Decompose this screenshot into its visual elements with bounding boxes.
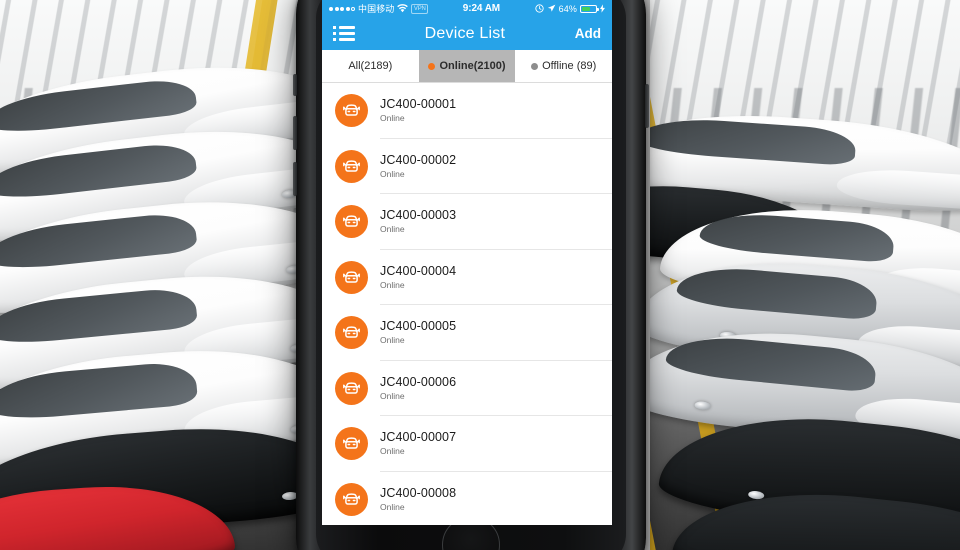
volume-down-button[interactable] <box>293 162 297 196</box>
device-status: Online <box>380 224 405 235</box>
device-info: JC400-00007 Online <box>380 416 612 472</box>
device-list-item[interactable]: JC400-00008 Online <box>322 472 612 526</box>
device-list-item[interactable]: JC400-00007 Online <box>322 416 612 472</box>
status-bar-clock: 9:24 AM <box>462 3 501 14</box>
list-menu-icon[interactable] <box>333 26 355 41</box>
device-status: Online <box>380 168 405 179</box>
device-name: JC400-00004 <box>380 263 457 278</box>
device-status: Online <box>380 279 405 290</box>
offline-status-dot-icon <box>531 62 539 70</box>
car-icon <box>335 205 368 239</box>
device-list[interactable]: JC400-00001 Online JC400-00002 Online JC400-… <box>322 83 612 525</box>
device-info: JC400-00008 Online <box>380 472 612 526</box>
device-list-item[interactable]: JC400-00006 Online <box>322 361 612 416</box>
battery-icon <box>580 4 599 13</box>
tab-offline-label: Offline (89) <box>542 60 597 72</box>
device-status: Online <box>380 113 405 124</box>
location-arrow-icon <box>547 4 556 13</box>
car-icon <box>335 316 368 350</box>
screenshot-stage: 中国移动 VPN 9:24 AM 64% Device List Add All… <box>0 0 960 550</box>
vpn-badge-icon: VPN <box>411 3 429 14</box>
device-name: JC400-00005 <box>380 319 457 334</box>
device-list-item[interactable]: JC400-00003 Online <box>322 194 612 250</box>
device-status: Online <box>380 501 405 512</box>
signal-strength-icon <box>329 6 355 11</box>
alarm-icon <box>535 4 544 13</box>
device-info: JC400-00004 Online <box>380 250 612 305</box>
online-status-dot-icon <box>428 62 436 70</box>
car-icon <box>335 260 368 294</box>
device-list-item[interactable]: JC400-00004 Online <box>322 250 612 305</box>
wifi-icon <box>397 4 409 13</box>
power-button[interactable] <box>645 84 649 128</box>
device-name: JC400-00002 <box>380 152 457 167</box>
device-status: Online <box>380 335 405 346</box>
tab-offline[interactable]: Offline (89) <box>515 50 612 82</box>
ring-silent-switch[interactable] <box>293 74 297 96</box>
phone-screen: 中国移动 VPN 9:24 AM 64% Device List Add All… <box>322 0 612 525</box>
car-icon <box>335 482 368 516</box>
background-photo-right <box>650 0 960 550</box>
navigation-bar: Device List Add <box>322 17 612 50</box>
device-info: JC400-00006 Online <box>380 361 612 416</box>
carrier-label: 中国移动 <box>358 4 395 14</box>
car-icon <box>335 149 368 183</box>
device-list-item[interactable]: JC400-00005 Online <box>322 305 612 361</box>
device-name: JC400-00006 <box>380 374 457 389</box>
car-icon <box>335 427 368 461</box>
car-icon <box>335 371 368 405</box>
tab-online-label: Online(2100) <box>439 60 506 72</box>
battery-percent-label: 64% <box>558 3 577 14</box>
device-info: JC400-00003 Online <box>380 194 612 250</box>
status-bar: 中国移动 VPN 9:24 AM 64% <box>322 0 612 17</box>
device-list-item[interactable]: JC400-00001 Online <box>322 83 612 139</box>
device-status: Online <box>380 390 405 401</box>
device-name: JC400-00003 <box>380 208 457 223</box>
device-name: JC400-00001 <box>380 97 457 112</box>
add-button[interactable]: Add <box>575 26 601 41</box>
tab-all[interactable]: All(2189) <box>322 50 419 82</box>
device-name: JC400-00008 <box>380 485 457 500</box>
page-title: Device List <box>424 24 506 42</box>
background-photo-left <box>0 0 300 550</box>
device-info: JC400-00002 Online <box>380 139 612 194</box>
device-info: JC400-00005 Online <box>380 305 612 361</box>
device-info: JC400-00001 Online <box>380 83 612 139</box>
tab-online[interactable]: Online(2100) <box>418 50 516 82</box>
device-name: JC400-00007 <box>380 430 457 445</box>
car-icon <box>335 94 368 128</box>
volume-up-button[interactable] <box>293 116 297 150</box>
lightning-bolt-icon <box>600 4 605 13</box>
device-list-item[interactable]: JC400-00002 Online <box>322 139 612 194</box>
filter-tab-bar: All(2189) Online(2100) Offline (89) <box>322 50 612 83</box>
device-status: Online <box>380 446 405 457</box>
tab-all-label: All(2189) <box>348 60 393 72</box>
